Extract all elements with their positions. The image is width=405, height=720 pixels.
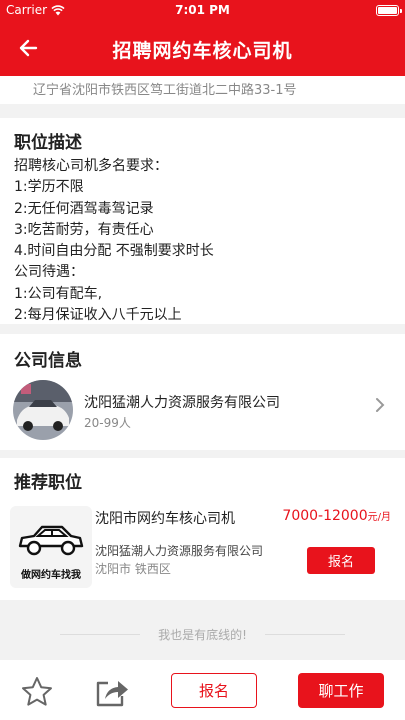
description-line: 公司待遇： xyxy=(14,264,84,281)
apply-button[interactable]: 报名 xyxy=(171,673,257,708)
star-icon xyxy=(22,677,52,706)
share-button[interactable] xyxy=(94,674,130,710)
address-section: 辽宁省沈阳市铁西区笃工街道北二中路33-1号 xyxy=(0,76,405,104)
thumbnail-slogan: 做网约车找我 xyxy=(21,570,81,581)
salary-range: 7000-12000 xyxy=(282,508,368,524)
company-section[interactable]: 公司信息 沈阳猛潮人力资源服务有限公司 20-99人 xyxy=(0,334,405,450)
section-title-description: 职位描述 xyxy=(14,133,82,153)
company-name: 沈阳猛潮人力资源服务有限公司 xyxy=(84,395,280,411)
salary-unit: 元/月 xyxy=(367,512,391,523)
chevron-right-icon xyxy=(376,398,385,412)
chat-job-button[interactable]: 聊工作 xyxy=(298,673,384,708)
bottom-action-bar: 报名 聊工作 xyxy=(0,660,405,720)
job-description-section: 职位描述 招聘核心司机多名要求： 1:学历不限 2:无任何酒驾毒驾记录 3:吃苦… xyxy=(0,118,405,324)
recommended-jobs-section: 推荐职位 做网约车找我 沈阳市网约车核心司机 7000-12000元/月 沈阳猛… xyxy=(0,458,405,600)
section-title-company: 公司信息 xyxy=(14,351,82,371)
list-end-text: 我也是有底线的! xyxy=(158,628,247,642)
job-location: 沈阳市 铁西区 xyxy=(95,562,171,576)
description-line: 4.时间自由分配 不强制要求时长 xyxy=(14,243,214,260)
favorite-button[interactable] xyxy=(19,674,55,710)
recommended-apply-button[interactable]: 报名 xyxy=(307,547,375,574)
nav-bar: 招聘网约车核心司机 xyxy=(0,20,405,76)
job-thumbnail[interactable]: 做网约车找我 xyxy=(10,506,92,588)
job-title[interactable]: 沈阳市网约车核心司机 xyxy=(95,508,235,528)
description-line: 2:每月保证收入八千元以上 xyxy=(14,307,182,324)
description-line: 1:公司有配车, xyxy=(14,285,103,302)
status-bar: Carrier 7:01 PM xyxy=(0,0,405,20)
company-size: 20-99人 xyxy=(84,416,131,430)
share-icon xyxy=(96,681,128,707)
description-line: 招聘核心司机多名要求： xyxy=(14,158,168,174)
car-icon xyxy=(18,525,84,556)
description-line: 1:学历不限 xyxy=(14,179,84,196)
description-lines: 招聘核心司机多名要求： 1:学历不限 2:无任何酒驾毒驾记录 3:吃苦耐劳，有责… xyxy=(14,156,214,326)
section-title-recommend: 推荐职位 xyxy=(14,473,82,493)
description-line: 2:无任何酒驾毒驾记录 xyxy=(14,200,154,217)
battery-icon xyxy=(376,5,402,16)
page-title: 招聘网约车核心司机 xyxy=(112,40,293,62)
address-text: 辽宁省沈阳市铁西区笃工街道北二中路33-1号 xyxy=(33,83,297,98)
description-line: 3:吃苦耐劳，有责任心 xyxy=(14,221,154,238)
list-end-indicator: 我也是有底线的! xyxy=(0,610,405,660)
job-company: 沈阳猛潮人力资源服务有限公司 xyxy=(95,544,264,558)
job-salary: 7000-12000元/月 xyxy=(282,508,391,524)
company-logo xyxy=(13,380,73,440)
clock: 7:01 PM xyxy=(175,3,230,17)
